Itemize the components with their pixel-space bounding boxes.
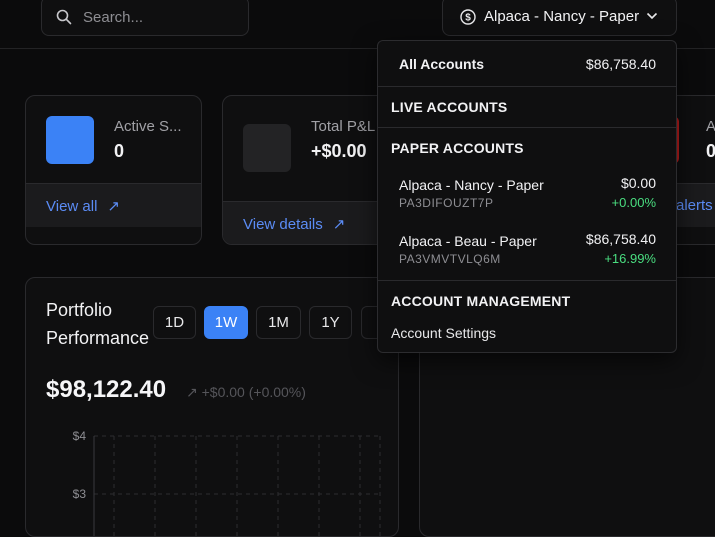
account-dropdown-menu: All Accounts $86,758.40 LIVE ACCOUNTS PA… <box>377 40 677 353</box>
view-all-link[interactable]: View all ↗ <box>46 197 120 215</box>
stat-card-active-strategies: Active S... 0 View all ↗ <box>25 95 202 245</box>
divider <box>378 280 676 281</box>
account-management-header: ACCOUNT MANAGEMENT <box>391 293 571 309</box>
search-placeholder: Search... <box>83 9 144 26</box>
account-pct: +16.99% <box>604 251 656 266</box>
portfolio-chart: $4 $3 <box>73 429 381 536</box>
portfolio-value: $98,122.40 <box>46 376 167 403</box>
account-amount: $86,758.40 <box>585 231 656 247</box>
stat-label: Active S... <box>114 118 182 135</box>
arrow-up-right-icon: ↗ <box>186 384 202 400</box>
range-1m-button[interactable]: 1M <box>256 306 301 339</box>
svg-text:$: $ <box>465 13 471 24</box>
stat-card-total-pnl: Total P&L +$0.00 View details ↗ <box>222 95 399 245</box>
portfolio-performance-card: Portfolio Performance 1D 1W 1M 1Y A $98,… <box>25 277 399 537</box>
range-1y-button[interactable]: 1Y <box>309 306 352 339</box>
all-accounts-item[interactable]: All Accounts $86,758.40 <box>378 41 676 86</box>
chevron-down-icon <box>646 12 658 20</box>
account-selector-button[interactable]: $ Alpaca - Nancy - Paper <box>442 0 677 36</box>
stat-value: 0 <box>706 141 715 162</box>
stat-label: A <box>706 118 715 135</box>
paper-account-item-beau[interactable]: Alpaca - Beau - Paper PA3VMVTVLQ6M $86,7… <box>378 225 676 277</box>
paper-accounts-header: PAPER ACCOUNTS <box>391 140 524 156</box>
arrow-up-right-icon: ↗ <box>107 198 120 215</box>
stat-icon-box <box>46 116 94 164</box>
stat-footer: View all ↗ <box>26 183 201 227</box>
account-name: Alpaca - Nancy - Paper <box>399 177 544 193</box>
divider <box>378 127 676 128</box>
view-details-link[interactable]: View details ↗ <box>243 215 345 233</box>
divider <box>378 86 676 87</box>
all-accounts-label: All Accounts <box>399 56 485 72</box>
account-settings-item[interactable]: Account Settings <box>391 325 496 341</box>
all-accounts-amount: $86,758.40 <box>585 56 656 72</box>
alerts-link[interactable]: alerts <box>676 197 713 214</box>
search-input[interactable]: Search... <box>41 0 249 36</box>
dollar-circle-icon: $ <box>460 9 476 25</box>
stat-icon-box <box>243 124 291 172</box>
account-amount: $0.00 <box>620 175 656 191</box>
range-1d-button[interactable]: 1D <box>153 306 196 339</box>
live-accounts-header: LIVE ACCOUNTS <box>391 99 508 115</box>
stat-label: Total P&L <box>311 118 376 135</box>
account-code: PA3VMVTVLQ6M <box>399 252 501 266</box>
portfolio-change: ↗ +$0.00 (+0.00%) <box>186 384 306 400</box>
account-name: Alpaca - Beau - Paper <box>399 233 537 249</box>
y-tick-label: $4 <box>73 429 87 443</box>
arrow-up-right-icon: ↗ <box>332 216 346 233</box>
paper-account-item-nancy[interactable]: Alpaca - Nancy - Paper PA3DIFOUZT7P $0.0… <box>378 169 676 221</box>
search-icon <box>56 9 72 25</box>
stat-value: 0 <box>114 141 125 161</box>
account-pct: +0.00% <box>611 195 656 210</box>
range-1w-button[interactable]: 1W <box>204 306 248 339</box>
stat-value: +$0.00 <box>311 141 367 161</box>
y-tick-label: $3 <box>73 487 87 501</box>
account-code: PA3DIFOUZT7P <box>399 196 494 210</box>
stat-footer: View details ↗ <box>223 201 398 244</box>
account-selector-label: Alpaca - Nancy - Paper <box>484 8 640 25</box>
portfolio-title: Portfolio Performance <box>46 300 150 348</box>
